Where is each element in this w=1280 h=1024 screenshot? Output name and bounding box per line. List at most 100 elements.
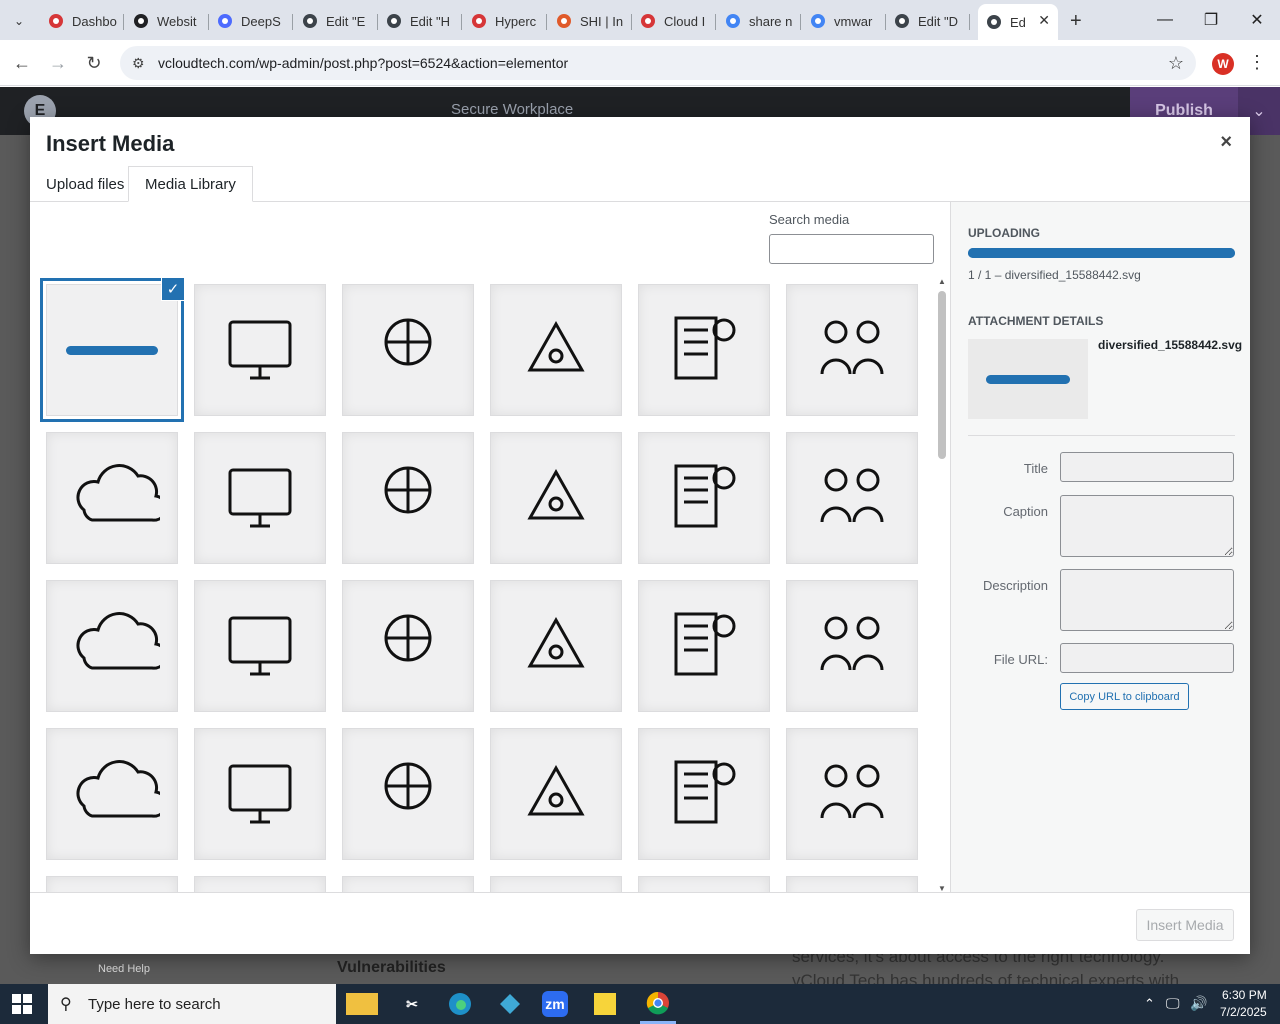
- globe-dark-icon: [133, 13, 149, 29]
- tab-separator: [546, 14, 547, 30]
- edge-icon[interactable]: [444, 990, 476, 1018]
- media-thumbnail[interactable]: [194, 284, 326, 416]
- tray-chevron-icon[interactable]: ⌃: [1144, 996, 1155, 1012]
- browser-tab[interactable]: Edit "E: [294, 6, 378, 36]
- url-text: vcloudtech.com/wp-admin/post.php?post=65…: [158, 55, 569, 71]
- scroll-up-icon[interactable]: ▲: [938, 277, 946, 286]
- cloud-dollar-hand-icon: [656, 300, 752, 401]
- media-thumbnail[interactable]: [638, 432, 770, 564]
- media-thumbnail[interactable]: [786, 580, 918, 712]
- media-thumbnail[interactable]: [490, 284, 622, 416]
- description-field[interactable]: [1060, 569, 1234, 631]
- zoom-app-icon[interactable]: zm: [542, 991, 568, 1017]
- title-field[interactable]: [1060, 452, 1234, 482]
- bookmark-star-icon[interactable]: ☆: [1168, 53, 1184, 74]
- browser-tab[interactable]: Websit: [125, 6, 209, 36]
- cloud-bulb-idea-icon: [508, 596, 604, 697]
- media-thumbnail[interactable]: [490, 432, 622, 564]
- tab-switcher-button[interactable]: ⌄: [6, 6, 36, 36]
- media-thumbnail[interactable]: [194, 432, 326, 564]
- media-thumbnail[interactable]: [638, 728, 770, 860]
- media-thumbnail[interactable]: [786, 284, 918, 416]
- snipping-tool-icon[interactable]: ✂: [396, 990, 428, 1018]
- file-explorer-icon[interactable]: [346, 993, 378, 1015]
- file-url-field[interactable]: [1060, 643, 1234, 673]
- media-thumbnail[interactable]: [46, 432, 178, 564]
- media-thumbnail[interactable]: [490, 876, 622, 892]
- browser-tab[interactable]: SHI | In: [548, 6, 632, 36]
- modal-close-button[interactable]: ×: [1220, 131, 1232, 154]
- window-close-button[interactable]: ✕: [1234, 6, 1280, 34]
- media-thumbnail[interactable]: [786, 876, 918, 892]
- media-thumbnail[interactable]: ✓: [46, 277, 185, 416]
- minimize-button[interactable]: —: [1142, 6, 1188, 34]
- media-grid-scroll-thumb[interactable]: [938, 291, 946, 459]
- media-thumbnail[interactable]: [638, 876, 770, 892]
- attachment-filename: diversified_15588442.svg: [1098, 338, 1243, 352]
- browser-tab[interactable]: share n: [717, 6, 801, 36]
- file-url-label: File URL:: [993, 652, 1048, 667]
- address-bar[interactable]: ⚙ vcloudtech.com/wp-admin/post.php?post=…: [120, 46, 1196, 80]
- media-thumbnail[interactable]: [638, 580, 770, 712]
- browser-tab[interactable]: Dashbo: [40, 6, 124, 36]
- browser-tab[interactable]: vmwar: [802, 6, 886, 36]
- browser-tab[interactable]: Cloud I: [632, 6, 716, 36]
- media-thumbnail[interactable]: [786, 728, 918, 860]
- browser-tab[interactable]: Edit "D: [886, 6, 970, 36]
- media-thumbnail[interactable]: [342, 580, 474, 712]
- insert-media-button[interactable]: Insert Media: [1136, 909, 1234, 941]
- tab-close-icon[interactable]: ✕: [1038, 12, 1050, 29]
- title-label: Title: [1023, 461, 1048, 476]
- media-thumbnail[interactable]: [490, 728, 622, 860]
- caption-label: Caption: [1003, 504, 1048, 519]
- sidebar-divider: [968, 435, 1235, 436]
- media-thumbnail[interactable]: [46, 876, 178, 892]
- media-thumbnail[interactable]: [194, 580, 326, 712]
- media-thumbnail[interactable]: [46, 728, 178, 860]
- volume-icon[interactable]: 🔊: [1190, 995, 1207, 1012]
- media-thumbnail[interactable]: [786, 432, 918, 564]
- cloud-wrench-gear-icon: [212, 744, 308, 845]
- profile-avatar[interactable]: W: [1212, 53, 1234, 75]
- restore-button[interactable]: ❐: [1188, 6, 1234, 34]
- taskbar-search-box[interactable]: ⚲ Type here to search: [48, 984, 336, 1024]
- media-thumbnail[interactable]: [490, 580, 622, 712]
- taskbar-time[interactable]: 6:30 PM: [1222, 988, 1267, 1002]
- media-thumbnail[interactable]: [342, 728, 474, 860]
- taskbar-date[interactable]: 7/2/2025: [1220, 1005, 1267, 1019]
- browser-menu-icon[interactable]: ⋮: [1248, 52, 1266, 73]
- windows-taskbar: ⚲ Type here to search ✂ zm ⌃ 🖵 🔊 6:30 PM…: [0, 984, 1280, 1024]
- browser-tab[interactable]: DeepS: [209, 6, 293, 36]
- address-toolbar: ← → ↻ ⚙ vcloudtech.com/wp-admin/post.php…: [0, 40, 1280, 86]
- network-icon[interactable]: 🖵: [1166, 995, 1180, 1012]
- tab-upload-files[interactable]: Upload files: [30, 166, 140, 202]
- copy-url-button[interactable]: Copy URL to clipboard: [1060, 683, 1189, 710]
- page-title[interactable]: Secure Workplace: [451, 101, 573, 118]
- sticky-notes-icon[interactable]: [594, 993, 616, 1015]
- media-thumbnail[interactable]: [194, 876, 326, 892]
- media-thumbnail[interactable]: [194, 728, 326, 860]
- app-diamond-icon[interactable]: [494, 990, 526, 1018]
- tab-media-library[interactable]: Media Library: [128, 166, 253, 202]
- google-icon: [725, 13, 741, 29]
- site-info-icon[interactable]: ⚙: [132, 55, 145, 72]
- media-thumbnail[interactable]: [638, 284, 770, 416]
- chrome-icon[interactable]: [640, 984, 676, 1024]
- media-thumbnail[interactable]: [46, 580, 178, 712]
- browser-tab[interactable]: Hyperc: [463, 6, 547, 36]
- media-thumbnail[interactable]: [342, 432, 474, 564]
- browser-tab-label: Edit "H: [410, 13, 451, 29]
- taskbar-search-placeholder: Type here to search: [88, 995, 221, 1013]
- browser-tab[interactable]: Edit "H: [378, 6, 462, 36]
- forward-button[interactable]: →: [44, 50, 72, 76]
- reload-button[interactable]: ↻: [80, 50, 108, 76]
- new-tab-button[interactable]: +: [1062, 6, 1090, 36]
- media-thumbnail[interactable]: [342, 876, 474, 892]
- caption-field[interactable]: [1060, 495, 1234, 557]
- browser-tab[interactable]: Ed ✕: [978, 4, 1058, 40]
- selected-check-icon[interactable]: ✓: [161, 277, 185, 301]
- windows-start-icon[interactable]: [12, 994, 32, 1014]
- search-media-input[interactable]: [769, 234, 934, 264]
- back-button[interactable]: ←: [8, 50, 36, 76]
- media-thumbnail[interactable]: [342, 284, 474, 416]
